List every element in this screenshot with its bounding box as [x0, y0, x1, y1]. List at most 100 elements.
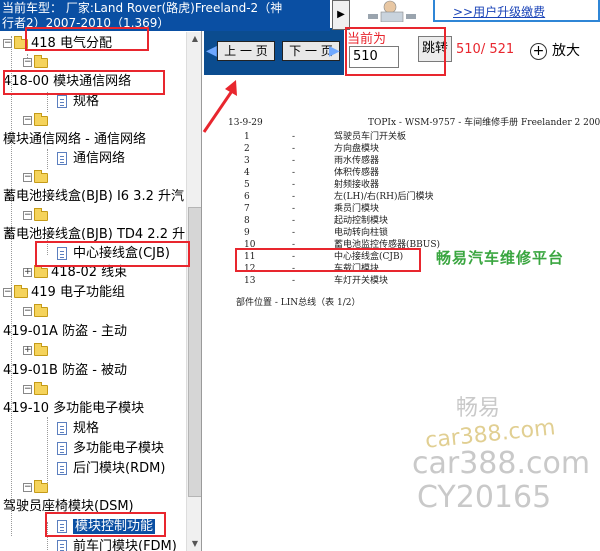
watermark-site-2: car388.com [412, 446, 591, 481]
tree-item-folder[interactable]: − [23, 54, 51, 72]
collapse-icon[interactable]: − [23, 211, 32, 220]
page-number-input[interactable]: 510 [349, 46, 399, 68]
scroll-down-arrow-icon[interactable]: ▼ [188, 537, 201, 551]
document-icon [57, 442, 67, 455]
tree-item-specs-2[interactable]: 规格 [57, 420, 99, 438]
tree-item-folder[interactable]: − [23, 479, 51, 497]
jump-button[interactable]: 跳转 [418, 36, 452, 62]
prev-page-button[interactable]: 上 一 页 [217, 41, 275, 61]
tree-item-folder[interactable]: − [23, 381, 51, 399]
document-icon [57, 247, 67, 260]
upgrade-payment-link[interactable]: >>用户升级缴费 [453, 3, 545, 20]
component-row-desc: 射频接收器 [334, 180, 380, 190]
collapse-icon[interactable]: − [23, 58, 32, 67]
component-row-num: 5 [244, 180, 250, 190]
component-row-desc: 体积传感器 [334, 168, 380, 178]
component-row-dash: - [292, 264, 296, 274]
folder-icon [34, 112, 48, 126]
folder-icon [34, 264, 48, 278]
page-nav-panel: ◀ 上 一 页 下 一 页 ▶ [204, 28, 344, 75]
collapse-icon[interactable]: − [3, 39, 12, 48]
expand-icon[interactable]: + [23, 268, 32, 277]
component-row-num: 11 [244, 252, 256, 262]
doc-footer: 部件位置 - LIN总线（表 1/2） [236, 298, 361, 308]
tree-item-network[interactable]: 通信网络 [57, 150, 125, 168]
tree-item-label: 中心接线盒(CJB) [73, 246, 170, 261]
doc-title: TOPIx - WSM-9757 - 车间维修手册 Freelander 2 2… [368, 118, 600, 128]
scroll-thumb[interactable] [188, 207, 201, 497]
tree-item-gem[interactable]: 多功能电子模块 [57, 440, 164, 458]
tree-item-label: 多功能电子模块 [73, 441, 165, 456]
tree-item-network-section[interactable]: 模块通信网络 - 通信网络 [3, 131, 146, 149]
tree-item-module-control[interactable]: 模块控制功能 [57, 518, 156, 536]
tree-item-419-01a[interactable]: 419-01A 防盗 - 主动 [3, 323, 127, 341]
tree-item-418-00[interactable]: 418-00 模块通信网络 [3, 73, 131, 91]
tree-item-fdm[interactable]: 前车门模块(FDM) [57, 538, 177, 551]
document-icon [57, 422, 67, 435]
component-row-dash: - [292, 180, 296, 190]
tree-item-folder[interactable]: − [23, 169, 51, 187]
tree-item-cjb[interactable]: 中心接线盒(CJB) [57, 245, 170, 263]
tree-item-label: 通信网络 [73, 151, 126, 166]
brand-watermark: 畅易汽车维修平台 [436, 249, 565, 267]
tree-item-label: 规格 [73, 421, 100, 436]
component-row-desc: 车载门模块 [334, 264, 380, 274]
scroll-up-arrow-icon[interactable]: ▲ [188, 32, 201, 46]
component-row-desc: 雨水传感器 [334, 156, 380, 166]
expand-icon[interactable]: + [23, 346, 32, 355]
tree-item-419-10[interactable]: 419-10 多功能电子模块 [3, 400, 144, 418]
folder-icon [34, 303, 48, 317]
tree-item-specs[interactable]: 规格 [57, 93, 99, 111]
component-row-dash: - [292, 240, 296, 250]
tree-item-label: 前车门模块(FDM) [73, 539, 177, 551]
watermark-code: CY20165 [417, 480, 552, 515]
document-icon [57, 462, 67, 475]
component-row-desc: 乘员门模块 [334, 204, 380, 214]
component-row-desc: 车灯开关模块 [334, 276, 389, 286]
collapse-icon[interactable]: − [23, 173, 32, 182]
component-row-desc: 方向盘模块 [334, 144, 380, 154]
tree-guide-line [47, 92, 48, 112]
watermark-cn: 畅易 [456, 396, 501, 421]
document-icon [57, 540, 67, 551]
zoom-in-button[interactable]: + 放大 [530, 40, 580, 60]
page-count: 510/ 521 [456, 42, 515, 57]
component-row-dash: - [292, 216, 296, 226]
tree-item-folder[interactable]: − [23, 112, 51, 130]
mechanic-illustration [363, 0, 421, 22]
collapse-icon[interactable]: − [23, 385, 32, 394]
tree-item-folder[interactable]: − [23, 303, 51, 321]
tree-item-folder[interactable]: + [23, 342, 51, 360]
zoom-in-icon: + [530, 42, 547, 60]
tree-item-label: 蓄电池接线盒(BJB) I6 3.2 升汽 [3, 189, 184, 204]
component-row-dash: - [292, 144, 296, 154]
tree-item-dsm[interactable]: 驾驶员座椅模块(DSM) [3, 498, 134, 516]
tree-item-label: 419-01B 防盗 - 被动 [3, 363, 128, 378]
collapse-icon[interactable]: − [23, 483, 32, 492]
tree-item-rdm[interactable]: 后门模块(RDM) [57, 460, 165, 478]
component-row-desc: 驾驶员车门开关板 [334, 132, 407, 142]
tree-item-folder[interactable]: − [23, 207, 51, 225]
folder-icon [34, 207, 48, 221]
tree-item-bjb-td4[interactable]: 蓄电池接线盒(BJB) TD4 2.2 升 [3, 226, 185, 244]
collapse-icon[interactable]: − [23, 307, 32, 316]
component-row-num: 6 [244, 192, 250, 202]
component-row-num: 10 [244, 240, 256, 250]
tree-item-418[interactable]: − 418 电气分配 [3, 35, 112, 53]
tree-item-419[interactable]: − 419 电子功能组 [3, 284, 125, 302]
component-row-num: 12 [244, 264, 256, 274]
tree-item-label: 418 电气分配 [31, 36, 112, 51]
tree-item-label: 模块通信网络 - 通信网络 [3, 132, 146, 147]
tree-item-418-02[interactable]: +418-02 线束 [23, 264, 127, 282]
tree-item-bjb-i6[interactable]: 蓄电池接线盒(BJB) I6 3.2 升汽 [3, 188, 184, 206]
panel-toggle-button[interactable]: ▶ [332, 0, 350, 30]
collapse-icon[interactable]: − [23, 116, 32, 125]
document-icon [57, 95, 67, 108]
arrow-right-icon: ▶ [329, 43, 340, 59]
tree-item-419-01b[interactable]: 419-01B 防盗 - 被动 [3, 362, 127, 380]
component-row-dash: - [292, 252, 296, 262]
folder-icon [34, 342, 48, 356]
collapse-icon[interactable]: − [3, 288, 12, 297]
component-row-dash: - [292, 192, 296, 202]
component-row-desc: 左(LH)/右(RH)后门模块 [334, 192, 434, 202]
